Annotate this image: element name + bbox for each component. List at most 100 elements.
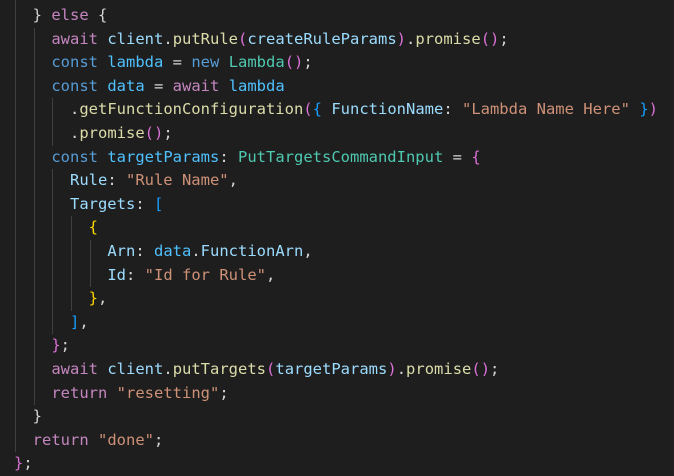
code-line[interactable]: Rule: "Rule Name", bbox=[70, 169, 238, 193]
code-token: ; bbox=[154, 430, 164, 449]
code-token: const bbox=[51, 147, 98, 166]
code-line[interactable]: Arn: data.FunctionArn, bbox=[107, 240, 312, 264]
code-token: ; bbox=[163, 124, 173, 142]
code-token: , bbox=[98, 289, 108, 308]
code-token: , bbox=[79, 312, 89, 331]
code-token: ; bbox=[219, 383, 229, 402]
code-line[interactable]: { bbox=[89, 216, 98, 240]
code-line[interactable]: const targetParams: PutTargetsCommandInp… bbox=[51, 146, 480, 170]
code-token: ; bbox=[499, 29, 509, 48]
code-token: targetParams bbox=[275, 360, 388, 378]
code-token: lambda bbox=[228, 76, 285, 95]
code-token: ( bbox=[238, 29, 248, 48]
indent-guide bbox=[52, 169, 54, 335]
code-token: : bbox=[135, 194, 154, 213]
code-token: ) bbox=[648, 100, 658, 119]
code-token: lambda bbox=[107, 53, 164, 72]
code-token: await bbox=[51, 29, 98, 48]
code-token: . bbox=[396, 360, 407, 378]
code-line[interactable]: }; bbox=[14, 452, 33, 476]
code-token: Arn bbox=[107, 242, 136, 260]
code-token: () bbox=[480, 29, 500, 48]
code-token: else bbox=[51, 6, 89, 24]
code-token: ) bbox=[387, 360, 397, 378]
code-token: "Rule Name" bbox=[125, 171, 229, 190]
code-token: "done" bbox=[98, 430, 154, 449]
code-token: ; bbox=[303, 53, 313, 72]
code-token: data bbox=[154, 242, 192, 260]
code-token: putTargets bbox=[172, 360, 267, 378]
code-line[interactable]: Id: "Id for Rule", bbox=[107, 264, 275, 288]
code-token: ) bbox=[396, 29, 407, 48]
code-editor[interactable]: } else {await client.putRule(createRuleP… bbox=[0, 0, 674, 472]
code-token: return bbox=[51, 383, 108, 402]
code-token: ( bbox=[303, 100, 313, 119]
code-token: : bbox=[219, 147, 238, 166]
code-token: { bbox=[88, 218, 98, 237]
code-line[interactable]: return "resetting"; bbox=[51, 382, 228, 406]
code-token: ( bbox=[266, 360, 276, 378]
code-line[interactable]: const lambda = new Lambda(); bbox=[51, 51, 312, 75]
code-token: const bbox=[51, 76, 98, 95]
code-line[interactable]: } else { bbox=[33, 4, 108, 28]
indent-guide bbox=[33, 27, 35, 406]
code-line[interactable]: Targets: [ bbox=[70, 193, 163, 217]
code-token: createRuleParams bbox=[247, 29, 397, 48]
code-line[interactable]: await client.putTargets(targetParams).pr… bbox=[51, 358, 499, 382]
code-token: getFunctionConfiguration bbox=[79, 100, 304, 119]
code-token: = bbox=[163, 53, 192, 72]
code-token: } bbox=[51, 336, 61, 355]
code-token: { bbox=[471, 147, 481, 166]
code-token: "resetting" bbox=[116, 383, 220, 402]
code-token: FunctionName bbox=[331, 100, 444, 119]
code-token: putRule bbox=[172, 29, 239, 48]
code-token: await bbox=[172, 76, 220, 95]
code-token: targetParams bbox=[107, 147, 220, 166]
code-token: "Id for Rule" bbox=[144, 265, 266, 284]
code-token: ; bbox=[60, 336, 71, 355]
code-token: promise bbox=[79, 124, 145, 142]
code-token: : bbox=[126, 265, 145, 284]
code-line[interactable]: }, bbox=[89, 287, 108, 311]
indent-guide bbox=[52, 98, 54, 146]
code-line[interactable]: }; bbox=[51, 334, 70, 358]
code-token: () bbox=[284, 53, 304, 72]
code-line[interactable]: ], bbox=[70, 311, 89, 335]
code-token: client bbox=[107, 29, 164, 48]
code-token: : bbox=[443, 100, 462, 119]
code-token: . bbox=[191, 242, 201, 260]
code-token: PutTargetsCommandInput bbox=[238, 147, 444, 166]
code-token: = bbox=[144, 76, 173, 95]
code-line[interactable]: .getFunctionConfiguration({ FunctionName… bbox=[70, 98, 658, 122]
code-line[interactable]: } bbox=[33, 405, 42, 429]
code-token: promise bbox=[406, 360, 472, 378]
code-token: = bbox=[443, 147, 472, 166]
code-token: Targets bbox=[69, 194, 136, 213]
code-token: . bbox=[163, 29, 173, 48]
code-token: } bbox=[639, 100, 649, 119]
code-token: ; bbox=[490, 360, 500, 378]
code-token: . bbox=[69, 100, 80, 119]
code-token: Rule bbox=[69, 171, 108, 190]
code-line[interactable]: .promise(); bbox=[70, 122, 173, 146]
code-token: new bbox=[191, 53, 220, 72]
code-token: Id bbox=[107, 265, 126, 284]
code-token: Lambda bbox=[228, 53, 285, 72]
code-token: ] bbox=[69, 312, 80, 331]
code-line[interactable]: return "done"; bbox=[33, 429, 164, 453]
indent-guide bbox=[70, 216, 72, 311]
code-token: , bbox=[303, 242, 313, 260]
code-token: { bbox=[88, 6, 108, 24]
code-line[interactable]: await client.putRule(createRuleParams).p… bbox=[51, 28, 508, 52]
code-token: , bbox=[228, 171, 238, 190]
code-line[interactable]: const data = await lambda bbox=[51, 75, 284, 99]
